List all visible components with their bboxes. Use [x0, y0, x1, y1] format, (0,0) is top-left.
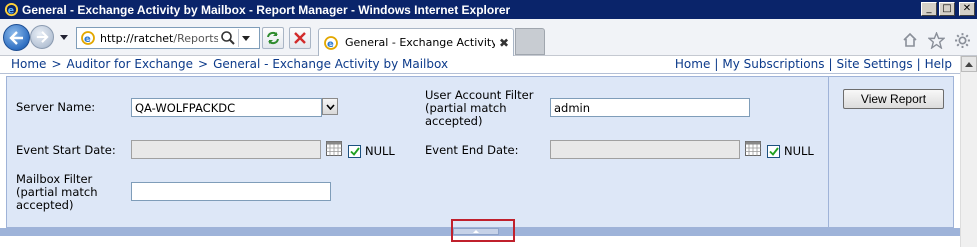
- tab-label: General - Exchange Activity ...: [345, 36, 495, 49]
- address-dropdown-button[interactable]: [238, 29, 252, 47]
- tools-gear-icon[interactable]: [953, 31, 971, 49]
- address-bar[interactable]: e http://ratchet/Reports/P...: [76, 27, 260, 49]
- forward-arrow-icon: [36, 31, 49, 43]
- breadcrumb-auditor[interactable]: Auditor for Exchange: [67, 57, 194, 71]
- window-title: General - Exchange Activity by Mailbox -…: [22, 2, 511, 17]
- checkmark-icon: [349, 147, 360, 156]
- link-home[interactable]: Home: [675, 57, 710, 71]
- view-report-button[interactable]: View Report: [843, 89, 944, 109]
- breadcrumb-separator: >: [51, 57, 62, 71]
- server-name-label: Server Name:: [16, 100, 96, 114]
- report-page: Home > Auditor for Exchange > General - …: [0, 56, 977, 247]
- event-start-null-checkbox[interactable]: [348, 145, 361, 158]
- url-path: /Reports/P...: [173, 31, 218, 45]
- maximize-button[interactable]: □: [939, 2, 955, 16]
- checkmark-icon: [768, 147, 779, 156]
- breadcrumb-separator: >: [198, 57, 209, 71]
- user-filter-label: User Account Filter (partial match accep…: [425, 89, 533, 128]
- calendar-icon[interactable]: [326, 141, 342, 156]
- event-start-input[interactable]: [131, 140, 321, 159]
- parameter-panel-divider: [828, 76, 829, 228]
- chevron-down-icon: [325, 103, 335, 110]
- link-help[interactable]: Help: [925, 57, 952, 71]
- stop-button[interactable]: [289, 27, 311, 49]
- event-start-null-label: NULL: [365, 144, 395, 158]
- event-end-null-label: NULL: [784, 144, 814, 158]
- server-name-select[interactable]: QA-WOLFPACKDC: [131, 98, 322, 117]
- recent-pages-dropdown[interactable]: [60, 35, 68, 40]
- new-tab-button[interactable]: [515, 28, 545, 55]
- highlight-annotation: [451, 219, 515, 242]
- forward-button[interactable]: [30, 25, 54, 49]
- scroll-up-button[interactable]: [961, 56, 977, 72]
- home-icon[interactable]: [901, 31, 919, 49]
- svg-text:e: e: [327, 39, 334, 50]
- server-name-dropdown-button[interactable]: [322, 98, 338, 115]
- breadcrumb: Home > Auditor for Exchange > General - …: [11, 57, 448, 71]
- link-site-settings[interactable]: Site Settings: [837, 57, 913, 71]
- refresh-button[interactable]: [262, 27, 284, 49]
- link-my-subscriptions[interactable]: My Subscriptions: [722, 57, 824, 71]
- minimize-button[interactable]: _: [921, 2, 937, 16]
- link-separator: |: [828, 57, 833, 71]
- url-host: http://ratchet: [100, 31, 174, 45]
- refresh-icon: [267, 31, 279, 45]
- page-icon: e: [324, 35, 338, 50]
- calendar-icon[interactable]: [745, 141, 761, 156]
- close-window-button[interactable]: ✕: [959, 2, 975, 16]
- window-title-bar: e General - Exchange Activity by Mailbox…: [0, 0, 977, 19]
- user-filter-input[interactable]: admin: [550, 98, 750, 117]
- breadcrumb-report[interactable]: General - Exchange Activity by Mailbox: [213, 57, 448, 71]
- chevron-up-icon: [965, 61, 973, 67]
- svg-text:e: e: [7, 5, 13, 16]
- back-button[interactable]: [3, 24, 30, 51]
- back-arrow-icon: [8, 30, 23, 45]
- event-end-label: Event End Date:: [425, 143, 519, 157]
- tab-report[interactable]: e General - Exchange Activity ... ✖: [318, 28, 514, 56]
- breadcrumb-home[interactable]: Home: [11, 57, 46, 71]
- mailbox-filter-label-line3: accepted): [16, 198, 74, 212]
- event-end-null-checkbox[interactable]: [767, 145, 780, 158]
- browser-toolbar: e http://ratchet/Reports/P... e General …: [0, 19, 977, 56]
- link-separator: |: [714, 57, 719, 71]
- user-filter-label-line3: accepted): [425, 114, 483, 128]
- browser-tool-icons: [901, 31, 971, 49]
- mailbox-filter-label: Mailbox Filter (partial match accepted): [16, 173, 98, 212]
- stop-icon: [294, 32, 306, 44]
- link-separator: |: [916, 57, 921, 71]
- event-end-input[interactable]: [550, 140, 740, 159]
- window-controls: _ □ ✕: [921, 2, 975, 16]
- url-text[interactable]: http://ratchet/Reports/P...: [100, 32, 218, 45]
- vertical-scrollbar[interactable]: [960, 56, 977, 247]
- search-icon[interactable]: [220, 30, 236, 46]
- mailbox-filter-input[interactable]: [131, 182, 331, 201]
- favorites-star-icon[interactable]: [927, 31, 945, 49]
- ie-logo-icon: e: [3, 2, 19, 18]
- event-start-label: Event Start Date:: [16, 143, 116, 157]
- tab-close-icon[interactable]: ✖: [499, 36, 509, 50]
- global-links: Home | My Subscriptions | Site Settings …: [675, 57, 952, 71]
- svg-text:e: e: [84, 34, 91, 45]
- report-header-bar: Home > Auditor for Exchange > General - …: [0, 56, 960, 74]
- page-icon: e: [81, 31, 95, 45]
- chevron-down-icon: [241, 35, 250, 41]
